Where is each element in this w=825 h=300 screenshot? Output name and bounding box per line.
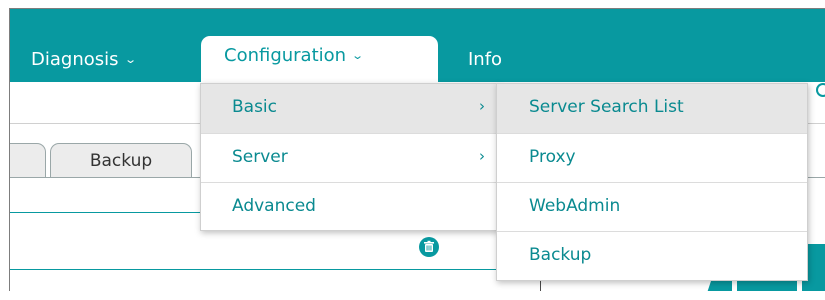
top-navbar: Diagnosis ⌄ Configuration ⌄ Info xyxy=(10,9,825,82)
nav-info[interactable]: Info xyxy=(468,44,502,74)
chevron-right-icon: › xyxy=(479,147,485,165)
submenu-item-label: Server Search List xyxy=(529,97,684,117)
configuration-dropdown: Basic › Server › Advanced xyxy=(200,83,498,231)
basic-submenu: Server Search List Proxy WebAdmin Backup xyxy=(496,83,808,281)
submenu-item-server-search-list[interactable]: Server Search List xyxy=(497,84,807,133)
submenu-item-label: Proxy xyxy=(529,147,576,167)
nav-diagnosis-label: Diagnosis xyxy=(31,48,119,70)
tab-previous[interactable] xyxy=(10,143,46,177)
chevron-down-icon: ⌄ xyxy=(123,52,137,66)
menu-item-server[interactable]: Server › xyxy=(201,133,497,182)
menu-item-advanced[interactable]: Advanced xyxy=(201,182,497,231)
nav-configuration[interactable]: Configuration ⌄ xyxy=(201,36,438,82)
submenu-item-label: WebAdmin xyxy=(529,196,621,216)
tab-backup-label: Backup xyxy=(89,150,153,171)
tab-backup[interactable]: Backup xyxy=(50,143,192,177)
menu-item-label: Server xyxy=(232,147,288,167)
section-divider xyxy=(10,269,550,270)
chevron-right-icon: › xyxy=(479,97,485,115)
nav-configuration-label: Configuration xyxy=(224,45,347,66)
submenu-item-backup[interactable]: Backup xyxy=(497,231,807,280)
menu-item-basic[interactable]: Basic › xyxy=(201,84,497,133)
submenu-item-proxy[interactable]: Proxy xyxy=(497,133,807,182)
submenu-item-label: Backup xyxy=(529,245,592,265)
submenu-item-webadmin[interactable]: WebAdmin xyxy=(497,182,807,231)
help-icon[interactable] xyxy=(816,83,825,97)
nav-info-label: Info xyxy=(468,48,503,70)
trash-icon[interactable] xyxy=(419,237,439,257)
nav-diagnosis[interactable]: Diagnosis ⌄ xyxy=(31,44,137,74)
menu-item-label: Basic xyxy=(232,97,278,117)
chevron-down-icon: ⌄ xyxy=(351,49,365,62)
menu-item-label: Advanced xyxy=(232,196,316,216)
